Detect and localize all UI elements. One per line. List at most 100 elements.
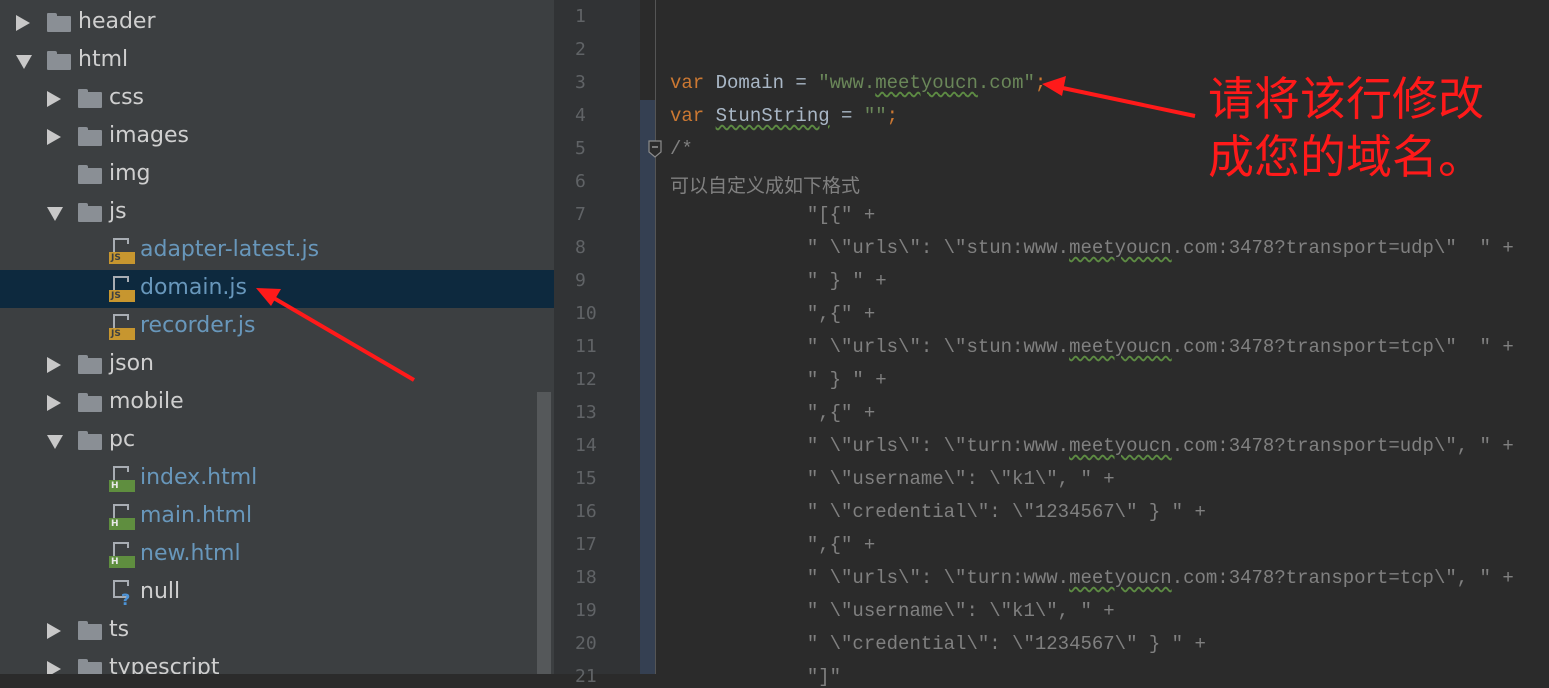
line-number: 21 xyxy=(575,666,597,687)
tree-item-json[interactable]: json xyxy=(0,346,554,384)
tree-item-label: html xyxy=(78,47,129,72)
folder-icon xyxy=(78,393,102,412)
tree-item-label: css xyxy=(109,85,145,110)
javascript-file-icon: JS xyxy=(109,276,135,302)
code-line: ",{" + xyxy=(670,303,875,325)
line-number: 16 xyxy=(575,501,597,522)
tree-item-index-html[interactable]: Hindex.html xyxy=(0,460,554,498)
line-number: 3 xyxy=(575,72,586,93)
line-number: 19 xyxy=(575,600,597,621)
code-token: .com" xyxy=(977,72,1035,94)
folder-icon xyxy=(78,659,102,674)
code-token: meetyoucn xyxy=(875,72,978,94)
tree-item-label: header xyxy=(78,9,156,34)
tree-item-adapter-latest-js[interactable]: JS adapter-latest.js xyxy=(0,232,554,270)
code-token: var xyxy=(670,105,716,127)
tree-item-images[interactable]: images xyxy=(0,118,554,156)
code-token: .com:3478?transport=tcp\" " + xyxy=(1171,336,1514,358)
folder-icon xyxy=(47,51,71,70)
tree-item-label: js xyxy=(109,199,127,224)
tree-item-label: index.html xyxy=(140,465,258,490)
folder-icon xyxy=(78,89,102,108)
line-number-gutter: 1 2 3 4 5 6 7 8 9 10 11 12 13 14 15 16 17 18 19 20 21 xyxy=(554,0,640,687)
tree-item-html[interactable]: html xyxy=(0,42,554,80)
annotation-line-1: 请将该行修改 xyxy=(1208,72,1484,126)
tree-item-label: domain.js xyxy=(140,275,247,300)
chevron-down-icon[interactable] xyxy=(47,207,63,221)
folder-icon xyxy=(47,13,71,32)
code-line: " \"credential\": \"1234567\" } " + xyxy=(670,501,1206,523)
code-token: "]" xyxy=(670,666,842,688)
chevron-right-icon[interactable] xyxy=(16,15,30,31)
code-line: " } " + xyxy=(670,369,887,391)
code-line: var Domain = "www.meetyoucn.com"; xyxy=(670,72,1046,94)
chevron-right-icon[interactable] xyxy=(47,129,61,145)
fold-collapse-icon[interactable] xyxy=(648,140,662,158)
tree-item-ts[interactable]: ts xyxy=(0,612,554,650)
chevron-down-icon[interactable] xyxy=(16,55,32,69)
tree-item-mobile[interactable]: mobile xyxy=(0,384,554,422)
code-token: meetyoucn xyxy=(1069,336,1172,358)
code-token: ; xyxy=(886,105,899,127)
tree-item-label: pc xyxy=(109,427,136,452)
folder-icon xyxy=(78,355,102,374)
code-line: " \"urls\": \"turn:www.meetyoucn.com:347… xyxy=(670,567,1514,589)
chevron-right-icon[interactable] xyxy=(47,661,61,674)
tree-item-label: null xyxy=(140,579,181,604)
annotation-text: 请将该行修改 成您的域名。 xyxy=(1208,70,1484,186)
tree-item-new-html[interactable]: Hnew.html xyxy=(0,536,554,574)
tree-item-domain-js[interactable]: JS domain.js xyxy=(0,270,554,308)
code-token: .com:3478?transport=udp\", " + xyxy=(1171,435,1514,457)
line-number: 7 xyxy=(575,204,586,225)
code-token: ; xyxy=(1034,72,1047,94)
code-token: ",{" + xyxy=(670,303,876,325)
tree-item-pc[interactable]: pc xyxy=(0,422,554,460)
folder-icon xyxy=(78,165,102,184)
code-token: " } " + xyxy=(670,270,887,292)
tree-item-js[interactable]: js xyxy=(0,194,554,232)
code-token: " \"credential\": \"1234567\" } " + xyxy=(670,633,1206,655)
html-file-icon: H xyxy=(109,542,135,568)
tree-item-css[interactable]: css xyxy=(0,80,554,118)
code-line: /* xyxy=(670,138,693,160)
tree-item-header[interactable]: header xyxy=(0,4,554,42)
chevron-right-icon[interactable] xyxy=(47,357,61,373)
chevron-right-icon[interactable] xyxy=(47,91,61,107)
tree-item-label: mobile xyxy=(109,389,184,414)
line-number: 13 xyxy=(575,402,597,423)
code-line: " \"username\": \"k1\", " + xyxy=(670,600,1115,622)
javascript-file-icon: JS xyxy=(109,314,135,340)
javascript-file-icon: JS xyxy=(109,238,135,264)
code-token: " \"credential\": \"1234567\" } " + xyxy=(670,501,1206,523)
folder-icon xyxy=(78,127,102,146)
tree-item-img[interactable]: img xyxy=(0,156,554,194)
tree-item-null[interactable]: ? null xyxy=(0,574,554,612)
code-line: var StunString = ""; xyxy=(670,105,898,127)
code-token: 可以自定义成如下格式 xyxy=(670,176,861,198)
folder-icon xyxy=(78,431,102,450)
tree-item-label: img xyxy=(109,161,151,186)
tree-item-recorder-js[interactable]: JS recorder.js xyxy=(0,308,554,346)
code-token: ",{" + xyxy=(670,402,876,424)
chevron-down-icon[interactable] xyxy=(47,435,63,449)
chevron-right-icon[interactable] xyxy=(47,395,61,411)
line-number: 9 xyxy=(575,270,586,291)
code-line: " \"urls\": \"stun:www.meetyoucn.com:347… xyxy=(670,237,1514,259)
tree-scrollbar[interactable] xyxy=(537,392,551,674)
line-number: 8 xyxy=(575,237,586,258)
tree-item-label: ts xyxy=(109,617,130,642)
code-line: ",{" + xyxy=(670,534,875,556)
line-number: 5 xyxy=(575,138,586,159)
code-line: " \"urls\": \"stun:www.meetyoucn.com:347… xyxy=(670,336,1514,358)
code-token: " \"urls\": \"stun:www. xyxy=(670,237,1070,259)
code-token: var xyxy=(670,72,716,94)
chevron-right-icon[interactable] xyxy=(47,623,61,639)
folder-icon xyxy=(78,621,102,640)
tree-item-label: adapter-latest.js xyxy=(140,237,320,262)
code-token: StunString xyxy=(715,105,830,127)
html-file-icon: H xyxy=(109,466,135,492)
line-number: 4 xyxy=(575,105,586,126)
tree-item-typescript[interactable]: typescript xyxy=(0,650,554,674)
tree-item-main-html[interactable]: Hmain.html xyxy=(0,498,554,536)
code-token: "www. xyxy=(818,72,876,94)
